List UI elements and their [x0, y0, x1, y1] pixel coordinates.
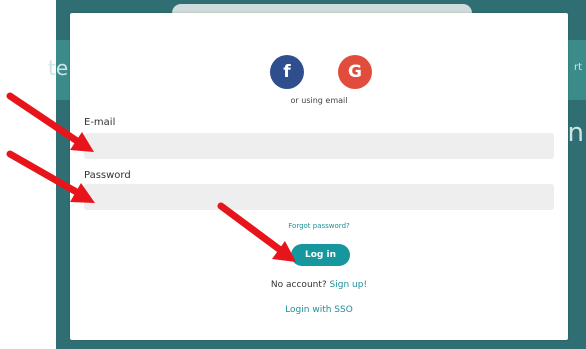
login-modal: f G or using email E-mail Password Forgo…	[70, 13, 568, 340]
login-button[interactable]: Log in	[291, 244, 350, 266]
facebook-icon: f	[283, 62, 291, 82]
login-with-sso-link[interactable]: Login with SSO	[70, 305, 568, 315]
email-field[interactable]	[84, 133, 554, 159]
password-field[interactable]	[84, 184, 554, 210]
google-login-button[interactable]: G	[338, 55, 372, 89]
or-using-email-text: or using email	[290, 96, 348, 105]
no-account-text: No account?	[270, 280, 327, 290]
google-icon: G	[348, 62, 362, 82]
background-text-fragment: rt	[573, 62, 582, 73]
email-label: E-mail	[84, 117, 116, 128]
facebook-login-button[interactable]: f	[270, 55, 304, 89]
forgot-password-link[interactable]: Forgot password?	[70, 222, 568, 230]
background-text-fragment: n	[567, 118, 584, 148]
signup-link[interactable]: Sign up!	[330, 280, 368, 290]
background-text-fragment: te	[48, 56, 69, 80]
password-label: Password	[84, 170, 131, 181]
no-account-row: No account? Sign up!	[70, 280, 568, 290]
